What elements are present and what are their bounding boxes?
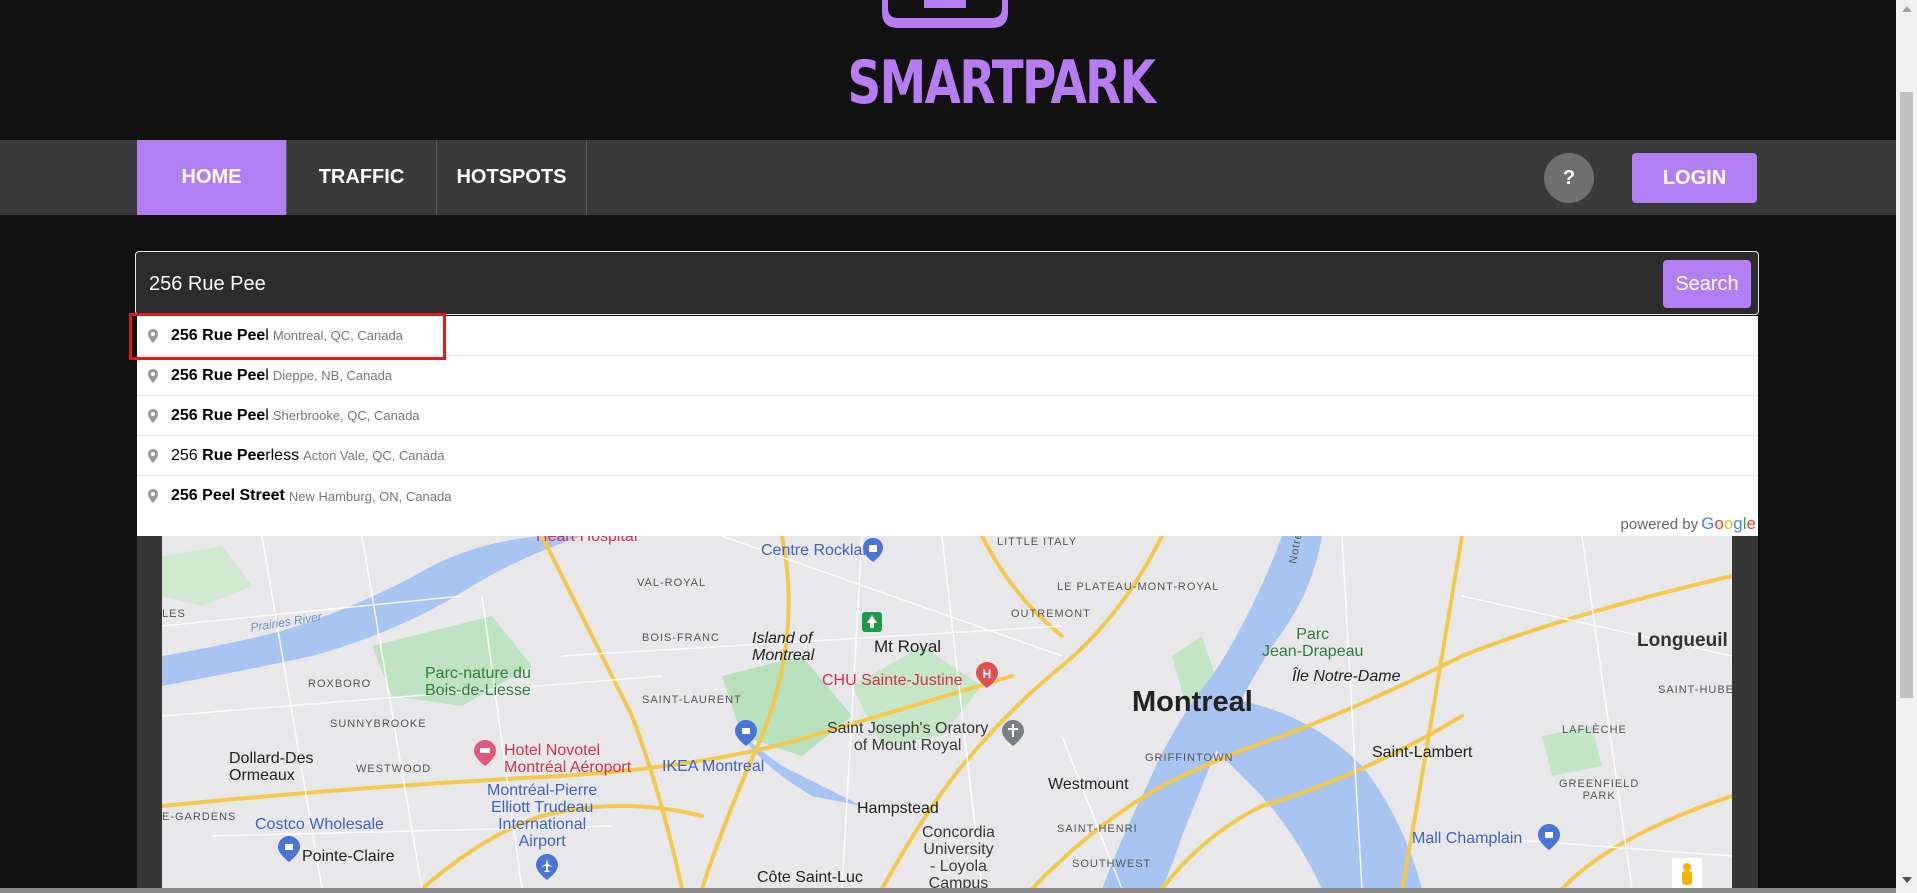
map-label-saint-henri: SAINT-HENRI	[1057, 823, 1138, 835]
location-pin-icon	[148, 368, 158, 383]
map-label-novotel: Hotel Novotel Montréal Aéroport	[504, 742, 632, 776]
map-label-parc-nature: Parc-nature du Bois-de-Liesse	[425, 665, 531, 699]
map-label-trudeau-airport: Montréal-Pierre Elliott Trudeau Internat…	[487, 782, 598, 850]
airport-pin-icon	[536, 854, 558, 880]
map-label-montreal: Montreal	[1132, 686, 1253, 718]
suggestion-main: 256 Rue Peel	[171, 406, 269, 424]
hotel-pin-icon	[474, 740, 496, 766]
map-label-greenfield-park: GREENFIELD PARK	[1559, 778, 1640, 802]
map-label-plateau: LE PLATEAU-MONT-ROYAL	[1057, 581, 1220, 593]
map-label-longueuil: Longueuil	[1637, 630, 1728, 651]
autocomplete-suggestion[interactable]: 256 Peel Street New Hamburg, ON, Canada	[137, 476, 1758, 516]
search-box: Search	[135, 251, 1759, 315]
google-logo-text: Google	[1701, 514, 1756, 533]
map-label-bois-franc: BOIS-FRANC	[642, 632, 720, 644]
map-label-saint-hubert: SAINT-HUBE	[1658, 684, 1732, 696]
autocomplete-suggestion[interactable]: 256 Rue Peel Dieppe, NB, Canada	[137, 356, 1758, 396]
mall-pin-icon	[1538, 824, 1560, 850]
autocomplete-suggestion[interactable]: 256 Rue Peel Montreal, QC, Canada	[137, 316, 1758, 356]
suggestion-secondary: Dieppe, NB, Canada	[272, 368, 393, 383]
map-label-little-italy: LITTLE ITALY	[997, 536, 1078, 548]
map-label-island: Island of Montreal	[752, 630, 815, 664]
map-label-outremont: OUTREMONT	[1011, 608, 1091, 620]
map-label-mall-champlain: Mall Champlain	[1412, 830, 1523, 847]
map-label-hampstead: Hampstead	[857, 800, 939, 817]
autocomplete-suggestion[interactable]: 256 Rue Peerless Acton Vale, QC, Canada	[137, 436, 1758, 476]
nav-hotspots[interactable]: HOTSPOTS	[437, 140, 587, 215]
suggestion-secondary: New Hamburg, ON, Canada	[288, 488, 452, 504]
nav-traffic[interactable]: TRAFFIC	[287, 140, 437, 215]
logo[interactable]: SMARTPARK	[820, 0, 1156, 125]
location-pin-icon	[148, 408, 158, 423]
location-pin-icon	[148, 489, 158, 503]
map-label-southwest: SOUTHWEST	[1072, 858, 1152, 870]
map-label-concordia: Concordia University - Loyola Campus	[922, 824, 995, 889]
svg-text:H: H	[983, 667, 992, 681]
map-label-cote-st-luc: Côte Saint-Luc	[757, 869, 863, 886]
map-label-ile-notre-dame: Île Notre-Dame	[1292, 668, 1401, 685]
map-label-chu: CHU Sainte-Justine	[822, 672, 963, 689]
search-button[interactable]: Search	[1663, 260, 1751, 308]
header: SMARTPARK	[0, 0, 1896, 140]
map-label-mt-royal: Mt Royal	[874, 637, 942, 656]
car-logo-icon	[882, 0, 1008, 28]
suggestion-main: 256 Rue Peel	[171, 366, 269, 384]
brand-name: SMARTPARK	[847, 48, 1156, 118]
powered-by-label: powered by	[1620, 516, 1699, 533]
map-label-gardens: E-GARDENS	[162, 811, 237, 823]
street-view-pegman-icon[interactable]	[1672, 858, 1702, 889]
search-input[interactable]	[149, 266, 1649, 302]
map-label-lafleche: LAFLÈCHE	[1562, 724, 1627, 736]
map[interactable]: Montreal Longueuil Island of Montreal Mt…	[162, 536, 1732, 889]
page-scrollbar[interactable]	[1896, 0, 1917, 893]
scroll-thumb[interactable]	[1900, 92, 1913, 698]
map-label-parc-jean-drapeau: Parc Jean-Drapeau	[1262, 626, 1364, 660]
scroll-down-arrow-icon[interactable]	[1902, 877, 1912, 883]
navbar: HOME TRAFFIC HOTSPOTS	[0, 140, 1896, 215]
help-button[interactable]: ?	[1544, 153, 1594, 203]
suggestion-secondary: Acton Vale, QC, Canada	[303, 448, 445, 463]
scroll-up-arrow-icon[interactable]	[1902, 6, 1912, 12]
page: SMARTPARK HOME TRAFFIC HOTSPOTS ? LOGIN	[0, 0, 1917, 893]
bottom-strip	[0, 888, 1896, 893]
map-label-les: LES	[162, 608, 186, 620]
google-logo: Google	[1701, 514, 1756, 534]
nav-home[interactable]: HOME	[137, 140, 287, 215]
map-label-oratory: Saint Joseph's Oratory of Mount Royal	[827, 720, 989, 754]
map-label-val-royal: VAL-ROYAL	[637, 577, 707, 589]
map-label-saint-laurent: SAINT-LAURENT	[642, 694, 742, 706]
map-label-pointe-claire: Pointe-Claire	[302, 848, 395, 865]
map-label-westwood: WESTWOOD	[356, 763, 432, 775]
suggestion-secondary: Sherbrooke, QC, Canada	[272, 408, 420, 423]
shopping-pin-icon	[863, 538, 883, 562]
map-label-costco: Costco Wholesale	[255, 816, 384, 833]
map-label-griffintown: GRIFFINTOWN	[1145, 752, 1234, 764]
login-button[interactable]: LOGIN	[1632, 153, 1757, 203]
location-pin-icon	[148, 328, 158, 343]
store-pin-icon	[735, 720, 757, 746]
map-label-roxboro: ROXBORO	[308, 678, 372, 690]
powered-by-google: powered by Google	[1621, 514, 1756, 534]
map-label-ikea: IKEA Montreal	[662, 758, 765, 775]
map-label-heart-hospital: Heart Hospital	[536, 536, 638, 545]
autocomplete-dropdown: 256 Rue Peel Montreal, QC, Canada 256 Ru…	[137, 316, 1758, 536]
location-pin-icon	[148, 448, 158, 463]
church-pin-icon	[1002, 720, 1024, 746]
hospital-pin-icon: H	[976, 662, 998, 688]
map-label-saint-lambert: Saint-Lambert	[1372, 744, 1473, 761]
park-icon	[862, 612, 882, 632]
map-label-westmount: Westmount	[1048, 776, 1129, 793]
suggestion-main: 256 Rue Peel	[171, 326, 269, 344]
map-label-sunnybrooke: SUNNYBROOKE	[330, 718, 427, 730]
suggestion-main: 256 Peel Street	[171, 487, 285, 504]
map-label-dollard: Dollard-Des Ormeaux	[229, 750, 314, 784]
costco-pin-icon	[278, 836, 300, 862]
autocomplete-suggestion[interactable]: 256 Rue Peel Sherbrooke, QC, Canada	[137, 396, 1758, 436]
suggestion-main: 256 Rue Peerless	[171, 446, 300, 464]
suggestion-secondary: Montreal, QC, Canada	[272, 328, 403, 343]
